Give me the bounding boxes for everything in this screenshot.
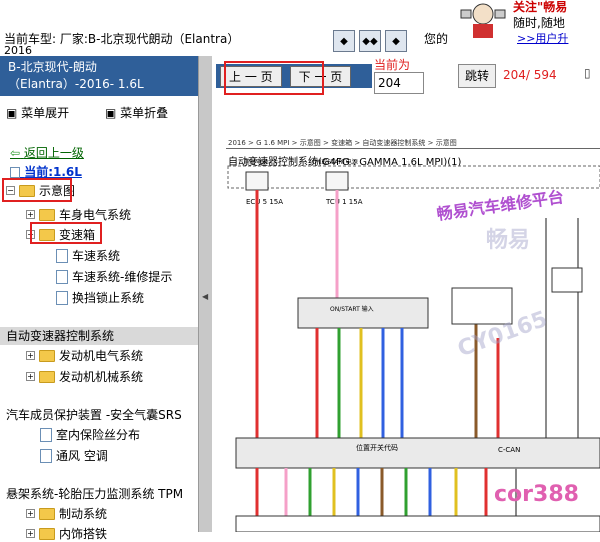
power-label: ON或START电源 xyxy=(312,158,358,166)
ad-link[interactable]: >>用户升 xyxy=(517,30,568,46)
wiring-diagram: 2016 > G 1.6 MPI > 示意图 > 变速箱 > 自动变速器控制系统… xyxy=(226,138,600,532)
tree-item-fuse-layout[interactable]: 室内保险丝分布 xyxy=(40,426,140,443)
expand-toggle-icon[interactable]: + xyxy=(26,372,35,381)
ad-subtitle: 随时,随地 xyxy=(513,16,565,30)
tree-item-hvac[interactable]: 通风 空调 xyxy=(40,447,108,464)
back-link[interactable]: ⇦ 返回上一级 xyxy=(10,144,84,161)
connector-label: 位置开关代码 xyxy=(356,443,398,452)
expand-toggle-icon[interactable]: + xyxy=(26,529,35,538)
tree-item-engine-mechanical[interactable]: + 发动机机械系统 xyxy=(26,368,143,385)
collapse-menu-button[interactable]: ▣ 菜单折叠 xyxy=(105,106,184,120)
tree-item-shift-lock[interactable]: 换挡锁止系统 xyxy=(56,289,144,306)
content-pane: 上 一 页 下 一 页 当前为 跳转 204/ 594 ▯ 2016 > G 1… xyxy=(212,56,600,532)
bookmark-icon[interactable]: ◆ xyxy=(333,30,355,52)
tree-item-atm-control-selected[interactable]: 自动变速器控制系统 xyxy=(0,327,212,345)
sidebar-title-variant: （Elantra）-2016- 1.6L xyxy=(8,77,144,91)
page-toolbar: 上 一 页 下 一 页 当前为 跳转 204/ 594 ▯ xyxy=(212,56,600,100)
document-icon xyxy=(56,269,68,284)
tree-item-body-electrical[interactable]: + 车身电气系统 xyxy=(26,206,131,223)
current-model: 当前车型: 厂家:B-北京现代朗动（Elantra） xyxy=(4,32,240,46)
app-header: 当前车型: 厂家:B-北京现代朗动（Elantra） 2016 ◆ ◆◆ ◆ 您… xyxy=(0,0,600,57)
watermark: 畅易 xyxy=(486,228,531,253)
current-page-label: 当前为 xyxy=(374,58,411,72)
module-label: ON/START 输入 xyxy=(330,305,374,313)
sidebar-title-model: B-北京现代-朗动 xyxy=(8,60,97,74)
expand-toggle-icon[interactable]: + xyxy=(26,509,35,518)
nav-icon-bar: ◆ ◆◆ ◆ xyxy=(333,30,407,52)
highlight-box xyxy=(30,222,102,244)
power-label: 常时电源 xyxy=(244,158,268,166)
document-icon xyxy=(56,290,68,305)
page-count: 204/ 594 xyxy=(503,68,557,82)
fuse-label: ECU 5 15A xyxy=(246,198,283,206)
bus-label: C-CAN xyxy=(498,446,520,454)
tree-item-interior-ground[interactable]: + 内饰搭铁 xyxy=(26,525,107,542)
tree-item-srs[interactable]: 汽车成员保护装置 -安全气囊SRS xyxy=(0,406,212,423)
header-notice: 您的 xyxy=(424,32,449,46)
mascot-icon xyxy=(460,3,506,38)
page-icon[interactable]: ◆ xyxy=(385,30,407,52)
document-icon xyxy=(40,448,52,463)
page-number-input[interactable] xyxy=(374,72,424,94)
folder-icon xyxy=(39,349,55,362)
folder-icon xyxy=(39,527,55,540)
document-icon xyxy=(40,427,52,442)
ad-banner[interactable]: 关注"畅易 随时,随地 >>用户升 xyxy=(455,0,600,46)
ad-title: 关注"畅易 xyxy=(513,0,568,14)
tree-item-tpms[interactable]: 悬架系统-轮胎压力监测系统 TPM xyxy=(0,485,212,502)
expand-toggle-icon[interactable]: + xyxy=(26,351,35,360)
fuse-label: TCU 1 15A xyxy=(325,198,363,206)
highlight-box xyxy=(224,61,324,95)
double-page-icon[interactable]: ◆◆ xyxy=(359,30,381,52)
jump-button[interactable]: 跳转 xyxy=(458,64,496,88)
page-icon: ▯ xyxy=(584,66,591,80)
watermark: cor388 xyxy=(494,482,579,507)
expand-toggle-icon[interactable]: + xyxy=(26,210,35,219)
highlight-box xyxy=(2,178,72,202)
tree-item-vehicle-speed-tips[interactable]: 车速系统-维修提示 xyxy=(56,268,172,285)
sidebar-splitter[interactable]: ◀ xyxy=(198,56,212,532)
collapse-arrow-icon[interactable]: ◀ xyxy=(202,292,208,301)
menu-ops: ▣ 菜单展开 ▣ 菜单折叠 xyxy=(6,104,200,121)
sidebar: B-北京现代-朗动 （Elantra）-2016- 1.6L ▣ 菜单展开 ▣ … xyxy=(0,56,212,541)
tree-item-vehicle-speed[interactable]: 车速系统 xyxy=(56,247,120,264)
document-icon xyxy=(56,248,68,263)
folder-icon xyxy=(39,370,55,383)
page-icon xyxy=(10,167,20,178)
back-arrow-icon: ⇦ xyxy=(10,146,21,160)
sidebar-title: B-北京现代-朗动 （Elantra）-2016- 1.6L xyxy=(0,56,211,96)
folder-icon xyxy=(39,507,55,520)
tree-item-engine-electrical[interactable]: + 发动机电气系统 xyxy=(26,347,143,364)
tree-item-brake[interactable]: + 制动系统 xyxy=(26,505,107,522)
expand-menu-button[interactable]: ▣ 菜单展开 xyxy=(6,106,85,120)
folder-icon xyxy=(39,208,55,221)
